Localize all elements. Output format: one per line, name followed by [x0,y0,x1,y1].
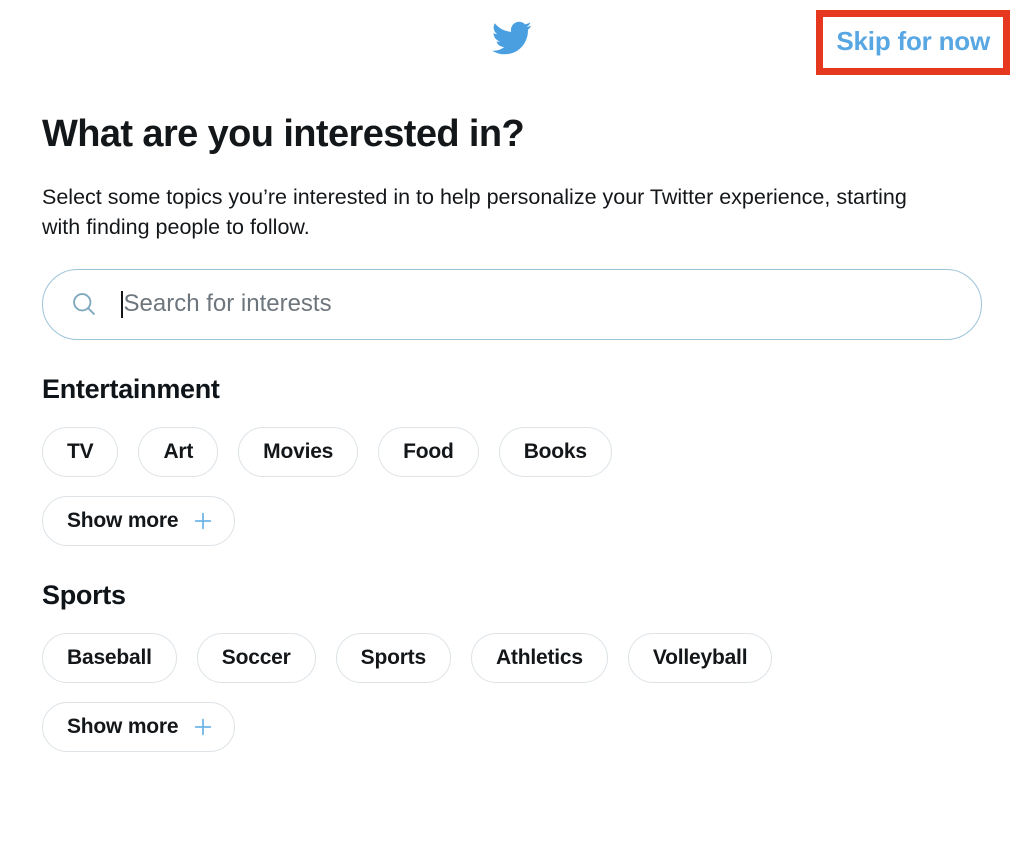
show-more-label: Show more [67,508,179,532]
interest-chip[interactable]: Art [138,426,219,477]
show-more-sports-button[interactable]: Show more [42,701,236,752]
interest-chip[interactable]: Baseball [42,632,177,683]
interest-chip[interactable]: Movies [238,426,359,477]
interest-chip[interactable]: Soccer [196,632,316,683]
section-title-entertainment: Entertainment [42,373,220,404]
content-area: What are you interested in? Select some … [0,113,1024,752]
skip-for-now-link[interactable]: Skip for now [836,26,990,57]
plus-icon [192,510,214,532]
show-more-label: Show more [67,714,179,738]
page-description: Select some topics you’re interested in … [42,184,907,240]
chip-row: TV Art Movies Food Books [42,426,982,477]
chip-row: Show more [42,701,982,752]
onboarding-interests-screen: Skip for now What are you interested in?… [0,0,1024,867]
interest-chip[interactable]: Sports [335,632,451,683]
page-title: What are you interested in? [42,113,525,155]
section-sports: Sports Baseball Soccer Sports Athletics … [42,580,982,752]
search-input[interactable] [122,284,981,325]
chip-row: Baseball Soccer Sports Athletics Volleyb… [42,632,982,683]
chip-row: Show more [42,495,982,546]
twitter-bird-icon [492,18,532,58]
search-icon [69,289,99,319]
interest-chip[interactable]: Food [378,426,479,477]
plus-icon [192,716,214,738]
interest-chip[interactable]: Athletics [470,632,608,683]
interest-chip[interactable]: Books [498,426,612,477]
search-field-container[interactable] [42,268,982,340]
show-more-entertainment-button[interactable]: Show more [42,495,236,546]
section-entertainment: Entertainment TV Art Movies Food Books S… [42,374,982,546]
skip-button-container[interactable]: Skip for now [823,17,1003,68]
interest-chip[interactable]: TV [42,426,119,477]
section-title-sports: Sports [42,579,126,610]
chip-group-sports: Baseball Soccer Sports Athletics Volleyb… [42,632,982,752]
chip-group-entertainment: TV Art Movies Food Books Show more [42,426,982,546]
skip-highlight-annotation: Skip for now [816,10,1010,75]
top-bar: Skip for now [0,0,1024,92]
interest-chip[interactable]: Volleyball [627,632,773,683]
